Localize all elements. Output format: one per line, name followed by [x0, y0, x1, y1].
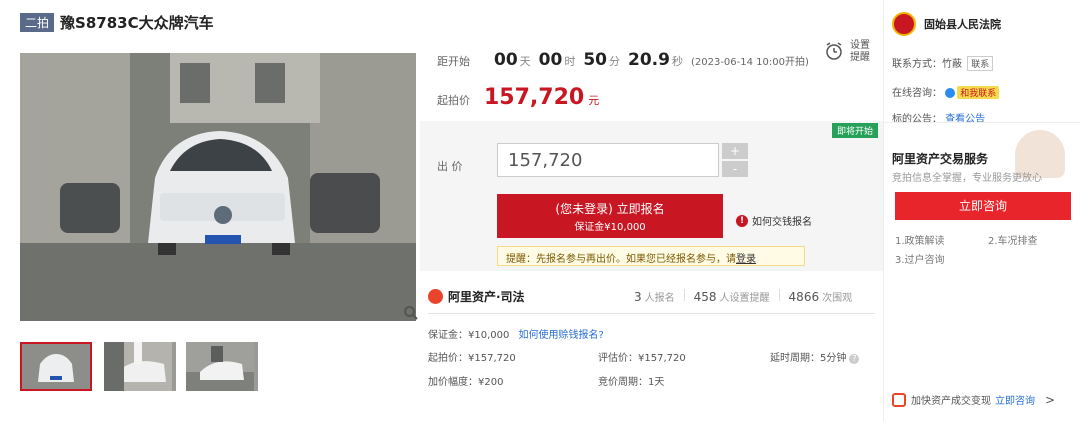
court-contact-label: 联系方式：竹蔽 [892, 59, 962, 70]
detail-delay: 延时周期：5分钟? [770, 349, 860, 364]
stats-divider [778, 289, 780, 301]
countdown-days-unit: 天 [519, 55, 531, 68]
court-header: 固始县人民法院 [892, 12, 1001, 36]
info-icon: ! [736, 214, 748, 227]
countdown-minutes: 50 [583, 50, 608, 70]
ali-asset-logo-icon [428, 289, 443, 304]
status-badge: 即将开始 [832, 123, 879, 138]
service-subtitle: 竞拍信息全掌握，专业服务更放心 [892, 173, 1042, 184]
online-consult-label: 在线咨询： [892, 88, 942, 99]
divider [884, 122, 1080, 123]
remind-count-label: 人设置提醒 [719, 293, 770, 304]
court-contact: 联系方式：竹蔽 联系 [892, 55, 994, 71]
bottom-consult-link[interactable]: 立即咨询 [995, 392, 1035, 407]
thumbnail-1[interactable] [20, 342, 92, 391]
service-item-policy[interactable]: 1.政策解读 [895, 232, 945, 247]
view-count-label: 次围观 [822, 293, 853, 304]
start-price-row: 起拍价 157,720 元 [437, 85, 599, 110]
bid-amount-input[interactable]: 157,720 [497, 143, 719, 177]
start-price-label: 起拍价 [437, 94, 470, 107]
detail-cycle: 竞价周期：1天 [598, 377, 665, 388]
auction-stats: 3 人报名 458 人设置提醒 4866 次围观 [634, 289, 852, 304]
deposit-text: 保证金：¥10,000 [428, 330, 510, 341]
countdown-hours-unit: 时 [564, 55, 576, 68]
how-to-pay-link[interactable]: ! 如何交钱报名 [736, 213, 812, 228]
countdown-label: 距开始 [437, 55, 470, 68]
chat-icon [945, 88, 956, 98]
login-reminder: 提醒：先报名参与再出价。如果您已经报名参与，请登录 [497, 246, 805, 266]
detail-increment: 加价幅度：¥200 [428, 377, 504, 388]
deposit-line: 保证金：¥10,000 如何使用赊钱报名? [428, 326, 604, 341]
chevron-right-icon: > [1045, 392, 1056, 407]
page-title: 豫S8783C大众牌汽车 [60, 14, 214, 32]
brand-row: 阿里资产·司法 [428, 288, 525, 305]
bottom-consult-text: 加快资产成交变现 [911, 396, 991, 407]
set-remind-label: 设置提醒 [850, 40, 870, 63]
fast-track-icon [892, 392, 906, 407]
divider [428, 313, 875, 314]
detail-appraisal: 评估价：¥157,720 [598, 353, 686, 364]
remind-count: 458 [693, 290, 717, 304]
signup-deposit-label: 保证金¥10,000 [574, 222, 646, 233]
login-reminder-text: 提醒：先报名参与再出价。如果您已经报名参与，请 [506, 254, 736, 265]
signup-count-label: 人报名 [644, 293, 675, 304]
title-row: 二拍 豫S8783C大众牌汽车 [20, 12, 214, 33]
chat-with-me-button[interactable]: 和我联系 [957, 86, 1000, 99]
countdown-minutes-unit: 分 [609, 55, 621, 68]
countdown: 距开始 00 天 00 时 50 分 20.9 秒 (2023-06-14 10… [437, 50, 809, 70]
set-remind-button[interactable]: 设置提醒 [824, 40, 872, 64]
help-icon[interactable]: ? [849, 354, 860, 364]
countdown-days: 00 [494, 50, 518, 70]
countdown-seconds: 20.9 [628, 50, 670, 70]
magnifier-icon[interactable] [403, 305, 419, 321]
service-item-transfer[interactable]: 3.过户咨询 [895, 251, 945, 266]
bid-label: 出 价 [437, 160, 463, 173]
court-name: 固始县人民法院 [924, 18, 1001, 31]
bottom-consult-bar[interactable]: 加快资产成交变现 立即咨询 > [892, 392, 1055, 407]
stats-divider [683, 289, 685, 301]
main-car-image[interactable] [20, 53, 416, 321]
detail-start-price: 起拍价：¥157,720 [428, 353, 516, 364]
deposit-help-link[interactable]: 如何使用赊钱报名? [519, 330, 604, 341]
login-link[interactable]: 登录 [736, 254, 756, 265]
contact-button[interactable]: 联系 [967, 56, 994, 71]
countdown-hours: 00 [538, 50, 563, 70]
court-emblem-icon [892, 12, 916, 36]
signup-button-label: (您未登录) 立即报名 [555, 202, 665, 216]
service-title: 阿里资产交易服务 [892, 152, 989, 166]
start-price-value: 157,720 [484, 85, 585, 110]
notice-label: 标的公告： [892, 114, 942, 125]
consult-now-button[interactable]: 立即咨询 [895, 192, 1071, 220]
auction-round-tag: 二拍 [20, 13, 55, 32]
signup-count: 3 [634, 290, 642, 304]
detail-delay-text: 延时周期：5分钟 [770, 353, 847, 364]
alarm-clock-icon [824, 41, 844, 64]
how-to-pay-label: 如何交钱报名 [752, 217, 812, 228]
signup-button[interactable]: (您未登录) 立即报名 保证金¥10,000 [497, 194, 723, 238]
bid-increase-button[interactable]: + [722, 143, 748, 159]
thumbnail-3[interactable] [186, 342, 258, 391]
brand-name: 阿里资产·司法 [448, 290, 525, 304]
start-price-unit: 元 [588, 94, 600, 107]
court-online-consult: 在线咨询： 和我联系 [892, 84, 1000, 99]
thumbnail-2[interactable] [104, 342, 176, 391]
start-time: (2023-06-14 10:00开拍) [690, 57, 809, 68]
countdown-seconds-unit: 秒 [671, 55, 683, 68]
service-item-vehicle-check[interactable]: 2.车况排查 [988, 232, 1038, 247]
view-count: 4866 [788, 290, 820, 304]
bid-decrease-button[interactable]: - [722, 161, 748, 177]
view-notice-link[interactable]: 查看公告 [945, 114, 985, 125]
